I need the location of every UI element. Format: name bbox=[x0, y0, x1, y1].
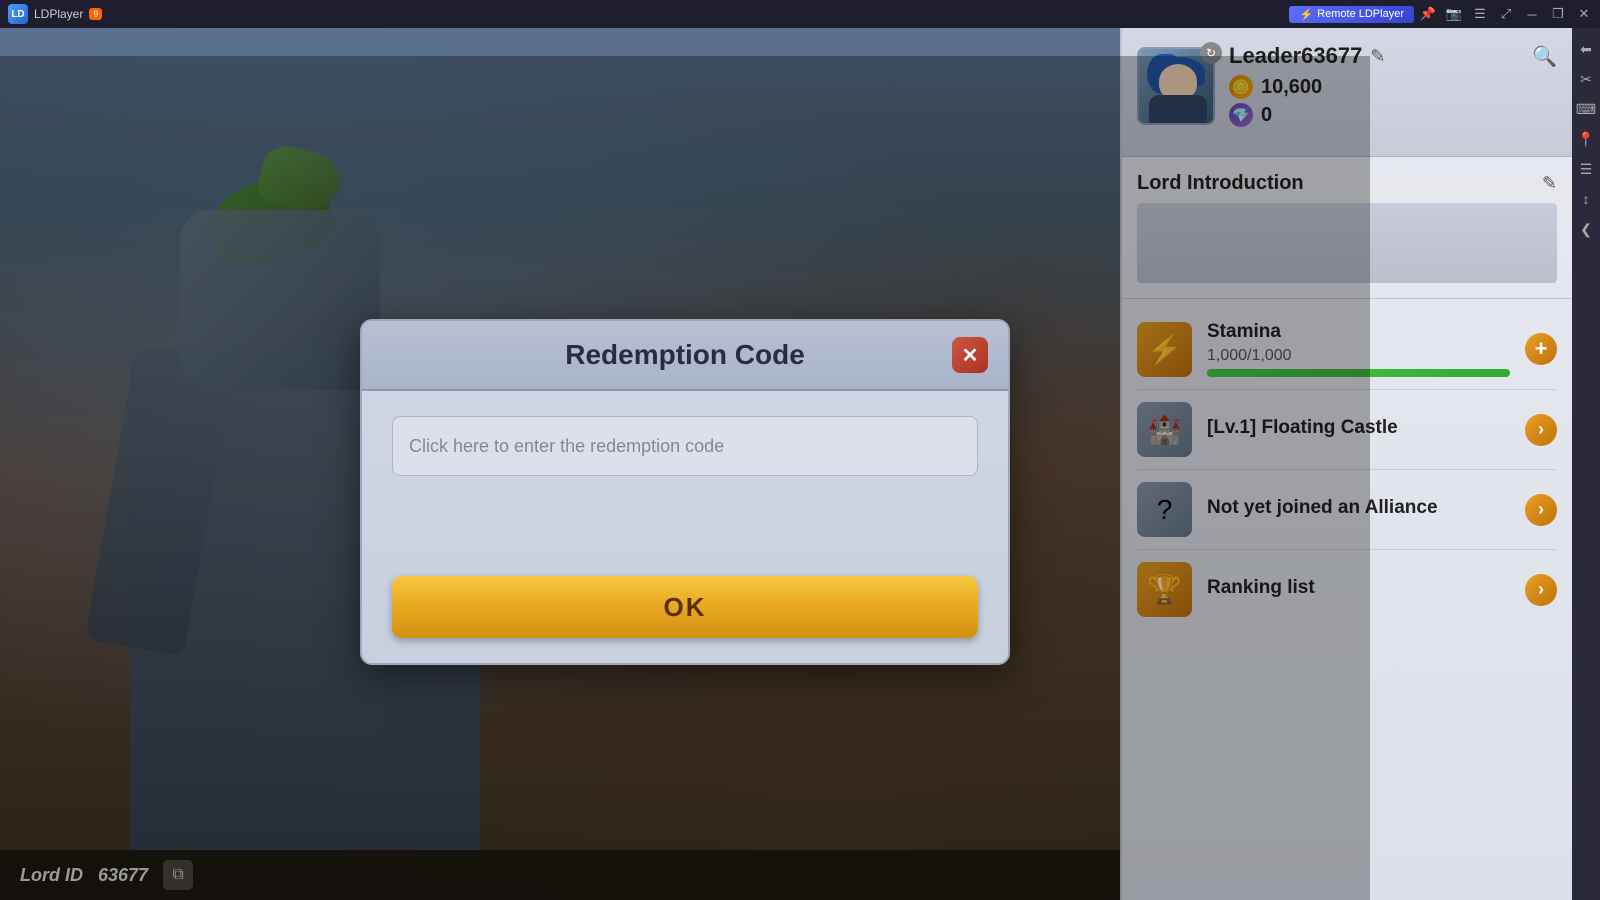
app-title: LDPlayer bbox=[34, 7, 83, 21]
remote-ldplayer-button[interactable]: ⚡ Remote LDPlayer bbox=[1289, 6, 1414, 23]
edge-btn-4[interactable]: 📍 bbox=[1575, 128, 1597, 150]
stamina-add-button[interactable]: + bbox=[1525, 333, 1557, 365]
settings-button[interactable]: ☰ bbox=[1468, 4, 1492, 24]
edge-btn-1[interactable]: ⬅ bbox=[1575, 38, 1597, 60]
dialog-close-button[interactable]: ✕ bbox=[952, 337, 988, 373]
edge-btn-5[interactable]: ☰ bbox=[1575, 158, 1597, 180]
dialog-body: OK bbox=[362, 391, 1008, 663]
dialog-overlay: Redemption Code ✕ OK bbox=[0, 56, 1370, 900]
ranking-arrow-icon[interactable]: › bbox=[1525, 574, 1557, 606]
redemption-dialog: Redemption Code ✕ OK bbox=[360, 319, 1010, 665]
castle-arrow-icon[interactable]: › bbox=[1525, 414, 1557, 446]
version-badge: 9 bbox=[89, 8, 102, 20]
title-bar-right: ⚡ Remote LDPlayer 📌 📷 ☰ ⤢ ─ ❐ ✕ bbox=[1289, 4, 1600, 24]
edge-btn-3[interactable]: ⌨ bbox=[1575, 98, 1597, 120]
edge-btn-7[interactable]: ❮ bbox=[1575, 218, 1597, 240]
minimize-button[interactable]: ─ bbox=[1520, 4, 1544, 24]
search-player-icon[interactable]: 🔍 bbox=[1532, 44, 1557, 69]
right-edge-toolbar: ⬅ ✂ ⌨ 📍 ☰ ↕ ❮ bbox=[1572, 28, 1600, 900]
resize-button[interactable]: ⤢ bbox=[1494, 4, 1518, 24]
dialog-title: Redemption Code bbox=[418, 339, 952, 371]
restore-button[interactable]: ❐ bbox=[1546, 4, 1570, 24]
game-area: Lord ID 63677 ⧉ Redemption Code ✕ OK bbox=[0, 28, 1390, 900]
pin-button[interactable]: 📌 bbox=[1416, 4, 1440, 24]
edge-btn-2[interactable]: ✂ bbox=[1575, 68, 1597, 90]
ok-button[interactable]: OK bbox=[392, 576, 978, 638]
screenshot-button[interactable]: 📷 bbox=[1442, 4, 1466, 24]
alliance-arrow-icon[interactable]: › bbox=[1525, 494, 1557, 526]
redemption-code-input[interactable] bbox=[392, 416, 978, 476]
dialog-header: Redemption Code ✕ bbox=[362, 321, 1008, 391]
title-bar-left: LD LDPlayer 9 bbox=[0, 4, 110, 24]
edit-name-icon[interactable]: ✎ bbox=[1370, 46, 1385, 67]
title-bar: LD LDPlayer 9 ⚡ Remote LDPlayer 📌 📷 ☰ ⤢ … bbox=[0, 0, 1600, 28]
lord-intro-edit-icon[interactable]: ✎ bbox=[1542, 173, 1557, 194]
dialog-spacer bbox=[392, 496, 978, 576]
ld-logo: LD bbox=[8, 4, 28, 24]
close-button[interactable]: ✕ bbox=[1572, 4, 1596, 24]
edge-btn-6[interactable]: ↕ bbox=[1575, 188, 1597, 210]
